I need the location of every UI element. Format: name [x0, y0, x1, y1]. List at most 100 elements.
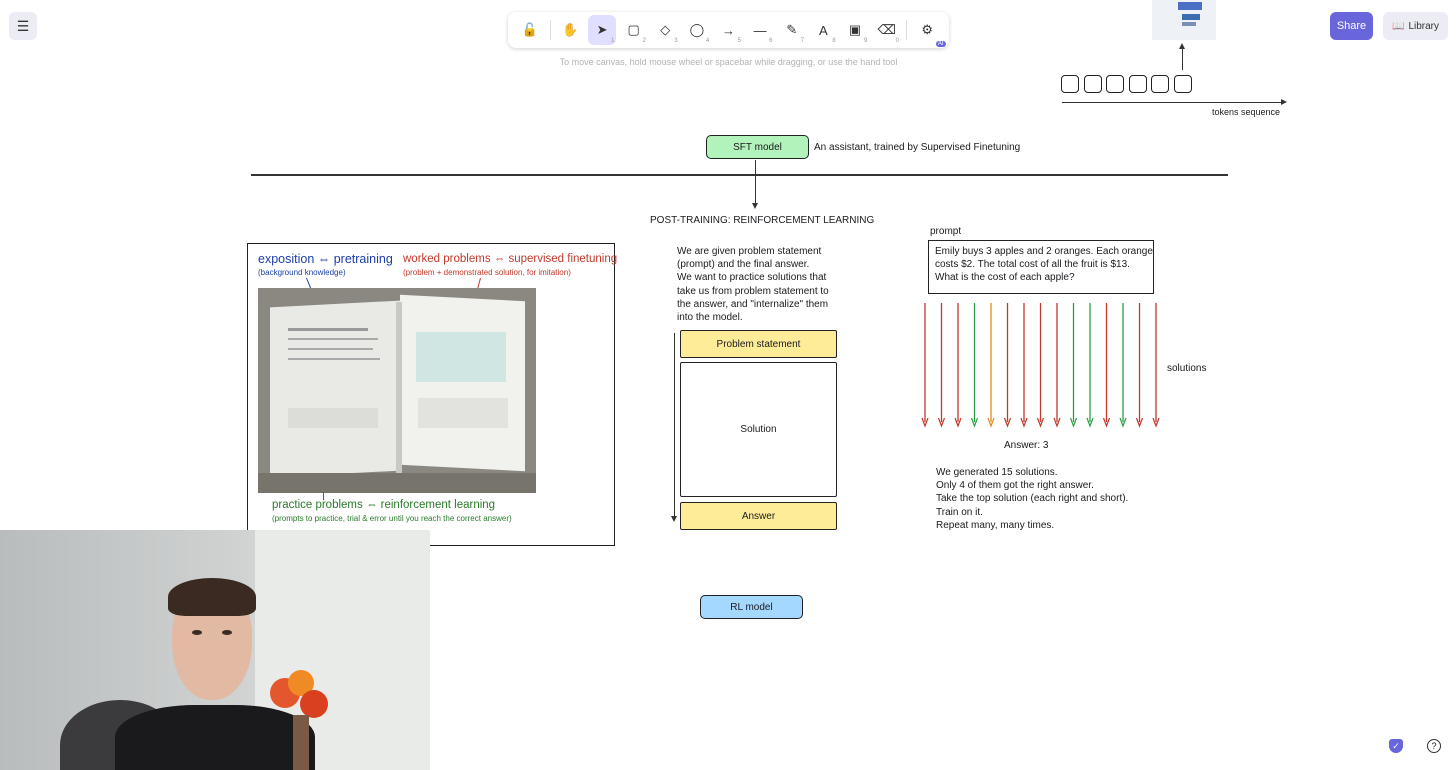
explanation-line: the answer, and "internalize" them [677, 298, 829, 310]
ellipse-tool-button[interactable]: ◯ 4 [683, 15, 712, 45]
lock-tool-button[interactable]: 🔓 [516, 15, 545, 45]
more-tools-icon: ⚙ [921, 22, 934, 37]
tool-shortcut-number: 9 [863, 38, 868, 44]
exposition-label: exposition ⇔ pretraining [258, 252, 393, 266]
solution-arrow [1020, 303, 1028, 428]
book-icon: 📖 [1391, 20, 1405, 32]
text-icon: A [819, 22, 828, 38]
line-tool-button[interactable]: —6 [746, 15, 775, 45]
partial-diagram-image [1152, 0, 1216, 40]
worked-problems-sublabel: (problem + demonstrated solution, for im… [403, 268, 571, 277]
solution-arrow [921, 303, 929, 428]
explanation-line: take us from problem statement to [677, 285, 829, 297]
rl-model-box[interactable]: RL model [700, 595, 803, 619]
explanation-line: We are given problem statement [677, 246, 822, 257]
explanation-text: We are given problem statement (prompt) a… [677, 245, 829, 324]
share-button[interactable]: Share [1330, 12, 1373, 40]
stack-left-arrow-line [674, 333, 675, 516]
draw-tool-button[interactable]: ✎ 7 [777, 15, 806, 45]
arrow-tool-button[interactable]: → 5 [714, 15, 743, 45]
prompt-text: Emily buys 3 apples and 2 oranges. Each … [935, 245, 1153, 284]
main-menu-button[interactable]: ☰ [9, 12, 37, 40]
solution-arrow [1003, 303, 1012, 428]
image-tool-button[interactable]: ▣ 9 [841, 15, 870, 45]
sft-model-box[interactable]: SFT model [706, 135, 809, 159]
selection-tool-button[interactable]: ➤ 1 [587, 15, 617, 45]
solution-arrow [937, 303, 946, 428]
practice-problems-sublabel: (prompts to practice, trial & error unti… [272, 514, 512, 523]
answer-box[interactable]: Answer [680, 502, 837, 530]
diamond-tool-button[interactable]: ◇ 3 [651, 15, 680, 45]
summary-line: Train on it. [936, 506, 983, 518]
help-icon[interactable]: ? [1427, 739, 1441, 753]
rectangle-icon: ▢ [627, 22, 640, 37]
solution-arrow [1086, 303, 1094, 428]
rectangle-tool-button[interactable]: ▢ 2 [619, 15, 648, 45]
solution-arrow [987, 303, 995, 428]
canvas-hint: To move canvas, hold mouse wheel or spac… [559, 57, 898, 67]
token-box [1083, 75, 1102, 93]
tool-shortcut-number: 6 [769, 38, 773, 44]
token-box [1106, 75, 1124, 93]
solution-arrow [1069, 303, 1078, 428]
explanation-line: into the model. [677, 312, 743, 324]
tool-shortcut-number: 1 [610, 38, 615, 44]
eraser-tool-button[interactable]: ⌫ 0 [872, 15, 901, 45]
diamond-icon: ◇ [660, 22, 671, 37]
summary-line: Take the top solution (each right and sh… [936, 493, 1129, 505]
library-label: Library [1408, 20, 1440, 32]
prompt-line: costs $2. The total cost of all the frui… [935, 259, 1130, 270]
selection-icon: ➤ [596, 22, 608, 37]
hamburger-icon: ☰ [16, 17, 30, 34]
solution-box[interactable]: Solution [680, 362, 837, 497]
sft-description: An assistant, trained by Supervised Fine… [814, 142, 1021, 153]
tokens-sequence-label: tokens sequence [1212, 107, 1281, 117]
tokens-axis-line [1062, 102, 1282, 103]
stack-left-arrowhead [671, 516, 677, 522]
book-analogy-panel[interactable]: exposition ⇔ pretraining (background kno… [247, 243, 618, 546]
solutions-label: solutions [1167, 363, 1207, 374]
solution-arrow [1053, 303, 1061, 428]
solution-arrow [970, 303, 979, 428]
text-tool-button[interactable]: A8 [809, 15, 838, 45]
tool-shortcut-number: 0 [895, 38, 899, 44]
tool-shortcut-number: 3 [674, 38, 678, 44]
summary-line: We generated 15 solutions. [936, 467, 1058, 478]
up-arrow-line [1182, 48, 1183, 70]
sft-down-arrow-line [755, 160, 756, 204]
toolbar-separator [549, 20, 551, 40]
worked-problems-label: worked problems ⇔ supervised finetuning [403, 253, 618, 265]
token-box [1151, 75, 1169, 93]
arrow-icon: → [722, 22, 736, 38]
solution-arrow [954, 303, 962, 428]
token-box [1128, 75, 1147, 93]
lock-icon: 🔓 [521, 22, 538, 37]
exposition-sublabel: (background knowledge) [258, 268, 346, 277]
solution-arrow [1102, 303, 1111, 428]
prompt-box[interactable]: Emily buys 3 apples and 2 oranges. Each … [928, 240, 1154, 294]
section-title: POST-TRAINING: REINFORCEMENT LEARNING [650, 215, 875, 226]
draw-icon: ✎ [786, 22, 798, 37]
solution-arrow [1135, 303, 1144, 428]
tokens-row [1061, 75, 1192, 93]
toolbar: 🔓 ✋ ➤ 1 ▢ 2 ◇ 3 ◯ 4 → 5—6 ✎ 7 A 8 ▣ 9 ⌫ 0 ⚙ AI [508, 12, 949, 48]
tool-shortcut-number: 2 [642, 38, 646, 44]
shield-check-icon[interactable]: ✓ [1389, 739, 1403, 753]
summary-line: Only 4 of them got the right answer. [936, 480, 1094, 492]
hand-icon: ✋ [562, 22, 579, 37]
open-book-photo [258, 288, 536, 493]
explanation-line: (prompt) and the final answer. [677, 259, 810, 271]
webcam-overlay [0, 530, 430, 770]
library-button[interactable]: 📖 Library [1383, 12, 1448, 40]
up-arrow-head [1179, 43, 1185, 49]
section-divider [251, 174, 1228, 176]
more-tools-tool-button[interactable]: ⚙ AI [913, 15, 946, 47]
solution-arrow [1036, 303, 1045, 428]
token-box [1173, 75, 1192, 93]
answer-result: Answer: 3 [1004, 440, 1049, 451]
practice-problems-label: practice problems ⇔ reinforcement learni… [272, 499, 496, 511]
hand-tool-button[interactable]: ✋ [556, 15, 585, 45]
prompt-line: What is the cost of each apple? [935, 272, 1075, 283]
tool-shortcut-number: 4 [705, 38, 710, 44]
problem-statement-box[interactable]: Problem statement [680, 330, 837, 358]
